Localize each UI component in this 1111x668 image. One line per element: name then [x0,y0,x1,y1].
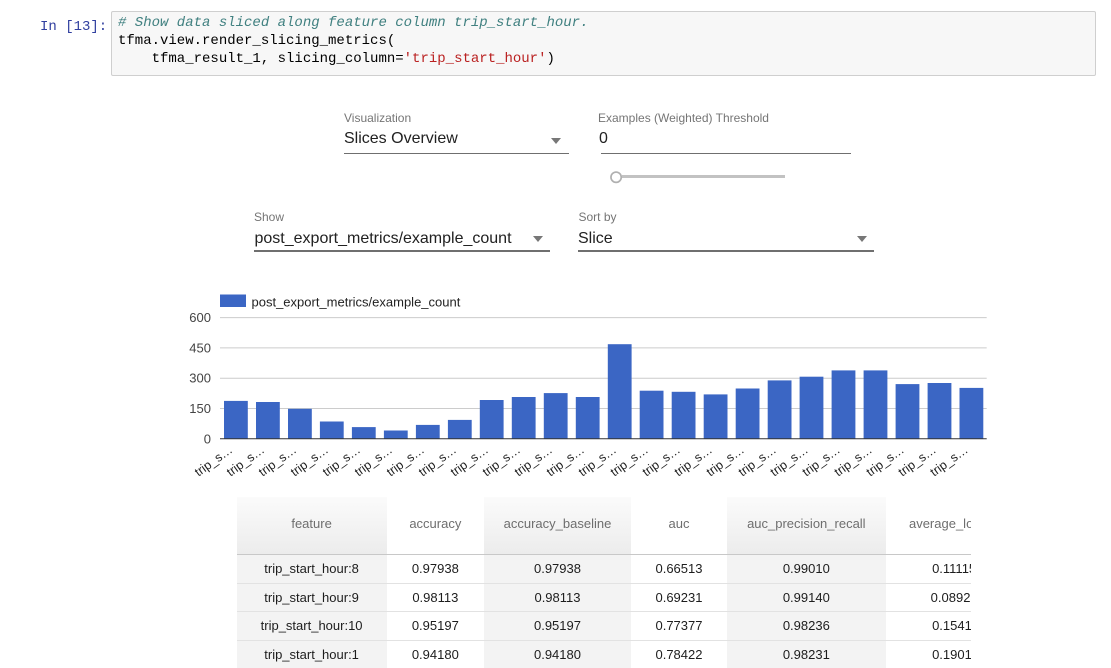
svg-text:600: 600 [189,310,211,325]
svg-text:150: 150 [189,401,211,416]
svg-text:300: 300 [189,371,211,386]
svg-text:0: 0 [204,431,211,446]
svg-text:450: 450 [189,340,211,355]
svg-text:post_export_metrics/example_co: post_export_metrics/example_count [252,295,461,310]
